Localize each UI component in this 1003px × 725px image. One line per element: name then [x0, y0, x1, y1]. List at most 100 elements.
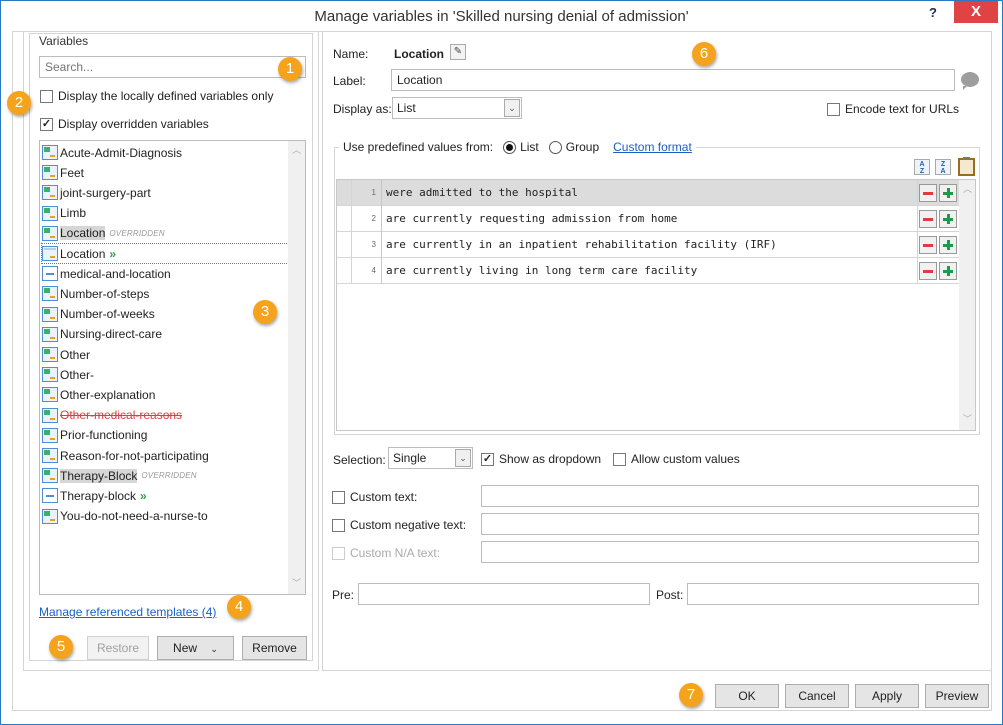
- variable-list-item[interactable]: joint-surgery-part: [42, 183, 151, 202]
- scroll-up-icon[interactable]: ︿: [959, 182, 975, 198]
- new-button[interactable]: New ⌄: [157, 636, 234, 660]
- overridden-checkbox-box[interactable]: [40, 117, 53, 131]
- clipboard-icon[interactable]: [958, 157, 975, 176]
- value-row[interactable]: 3 are currently in an inpatient rehabilit…: [337, 231, 959, 258]
- variable-list-item[interactable]: Feet: [42, 163, 84, 182]
- custom-na-input[interactable]: [481, 541, 979, 563]
- value-text[interactable]: are currently in an inpatient rehabilita…: [382, 231, 918, 258]
- grid-scrollbar[interactable]: ︿ ﹀: [959, 180, 975, 430]
- encode-urls-checkbox[interactable]: Encode text for URLs: [827, 102, 959, 116]
- variable-list-item[interactable]: Prior-functioning: [42, 426, 147, 445]
- preview-button[interactable]: Preview: [925, 684, 989, 708]
- row-handle[interactable]: [337, 205, 352, 232]
- row-handle[interactable]: [337, 180, 352, 206]
- variable-plain-icon: [42, 246, 58, 261]
- variable-list-item[interactable]: Location»: [41, 243, 291, 264]
- value-row[interactable]: 1 were admitted to the hospital: [337, 180, 959, 206]
- variable-icon: [42, 427, 58, 443]
- custom-negative-checkbox-box[interactable]: [332, 518, 345, 532]
- add-row-plus-icon[interactable]: [939, 235, 957, 254]
- edit-name-pencil-icon[interactable]: ✎: [450, 44, 466, 60]
- variable-list-item[interactable]: Therapy-block»: [42, 486, 147, 505]
- variable-list-item[interactable]: You-do-not-need-a-nurse-to: [42, 507, 208, 526]
- remove-row-minus-icon[interactable]: [919, 261, 937, 280]
- custom-negative-checkbox[interactable]: Custom negative text:: [332, 518, 466, 532]
- custom-format-link[interactable]: Custom format: [613, 140, 692, 154]
- manage-templates-link[interactable]: Manage referenced templates (4): [39, 605, 216, 619]
- value-row[interactable]: 2 are currently requesting admission from…: [337, 205, 959, 232]
- variable-list-item[interactable]: Therapy-Block OVERRIDDEN: [42, 466, 197, 485]
- list-scrollbar[interactable]: ︿ ﹀: [288, 141, 305, 594]
- value-text[interactable]: are currently living in long term care f…: [382, 257, 918, 284]
- restore-button[interactable]: Restore: [87, 636, 149, 660]
- scroll-up-icon[interactable]: ︿: [288, 143, 305, 159]
- chevron-down-icon: ⌄: [455, 449, 471, 467]
- add-row-plus-icon[interactable]: [939, 209, 957, 228]
- scroll-down-icon[interactable]: ﹀: [959, 412, 975, 428]
- custom-text-checkbox-box[interactable]: [332, 490, 345, 504]
- cancel-button[interactable]: Cancel: [785, 684, 849, 708]
- variable-icon: [42, 286, 58, 302]
- values-grid[interactable]: 1 were admitted to the hospital 2 are curre…: [336, 179, 976, 431]
- local-only-checkbox-box[interactable]: [40, 89, 53, 103]
- variable-list-item[interactable]: Reason-for-not-participating: [42, 446, 209, 465]
- value-text[interactable]: are currently requesting admission from …: [382, 205, 918, 232]
- radio-group[interactable]: [548, 140, 562, 154]
- label-input[interactable]: Location: [391, 69, 955, 91]
- custom-text-checkbox[interactable]: Custom text:: [332, 490, 417, 504]
- variable-name: Other: [60, 347, 91, 362]
- variable-list-item[interactable]: Other-medical-reasons: [42, 406, 182, 425]
- value-row[interactable]: 4 are currently living in long term care …: [337, 257, 959, 284]
- row-handle[interactable]: [337, 231, 352, 258]
- allow-custom-checkbox[interactable]: Allow custom values: [613, 452, 740, 466]
- variable-list-item[interactable]: Other-: [42, 365, 94, 384]
- remove-row-minus-icon[interactable]: [919, 209, 937, 228]
- display-as-select[interactable]: List ⌄: [392, 97, 522, 119]
- custom-negative-input[interactable]: [481, 513, 979, 535]
- allow-custom-checkbox-box[interactable]: [613, 452, 626, 466]
- add-row-plus-icon[interactable]: [939, 261, 957, 280]
- custom-na-checkbox-box: [332, 546, 345, 560]
- row-handle[interactable]: [337, 257, 352, 284]
- variable-list-item[interactable]: Other-explanation: [42, 385, 155, 404]
- variable-list-item[interactable]: Other: [42, 345, 90, 364]
- encode-urls-checkbox-box[interactable]: [827, 102, 840, 116]
- search-input[interactable]: [39, 56, 306, 78]
- help-button[interactable]: ?: [926, 5, 940, 23]
- radio-list-label[interactable]: List: [520, 140, 539, 154]
- local-only-checkbox[interactable]: Display the locally defined variables on…: [40, 89, 273, 103]
- variable-list-item[interactable]: Number-of-steps: [42, 284, 149, 303]
- variable-list-item[interactable]: Nursing-direct-care: [42, 325, 162, 344]
- remove-button[interactable]: Remove: [242, 636, 307, 660]
- custom-text-input[interactable]: [481, 485, 979, 507]
- apply-button[interactable]: Apply: [855, 684, 919, 708]
- variable-name: Nursing-direct-care: [60, 327, 163, 342]
- selection-select[interactable]: Single ⌄: [388, 447, 473, 469]
- add-row-plus-icon[interactable]: [939, 183, 957, 202]
- radio-list[interactable]: [503, 140, 517, 154]
- show-dropdown-checkbox-box[interactable]: [481, 452, 494, 466]
- close-button[interactable]: X: [954, 1, 998, 23]
- variable-list-item[interactable]: Number-of-weeks: [42, 305, 155, 324]
- ok-button[interactable]: OK: [715, 684, 779, 708]
- overridden-checkbox[interactable]: Display overridden variables: [40, 117, 209, 131]
- comment-icon[interactable]: [961, 72, 979, 90]
- variable-list-item[interactable]: Acute-Admit-Diagnosis: [42, 143, 182, 162]
- variable-list-item[interactable]: Location OVERRIDDEN: [42, 224, 165, 243]
- variables-list[interactable]: Acute-Admit-Diagnosis Feet joint-surgery-p…: [39, 140, 306, 595]
- remove-row-minus-icon[interactable]: [919, 235, 937, 254]
- row-number: 2: [352, 205, 382, 232]
- value-text[interactable]: were admitted to the hospital: [382, 180, 918, 206]
- show-dropdown-checkbox[interactable]: Show as dropdown: [481, 452, 601, 466]
- sort-ascending-icon[interactable]: AZ: [914, 159, 930, 175]
- pre-input[interactable]: [358, 583, 650, 605]
- variable-list-item[interactable]: medical-and-location: [42, 264, 171, 283]
- radio-group-label[interactable]: Group: [566, 140, 599, 154]
- variable-list-item[interactable]: Limb: [42, 204, 86, 223]
- group-icon: [42, 488, 58, 504]
- remove-row-minus-icon[interactable]: [919, 183, 937, 202]
- post-input[interactable]: [687, 583, 979, 605]
- scroll-down-icon[interactable]: ﹀: [288, 576, 305, 592]
- sort-descending-icon[interactable]: ZA: [935, 159, 951, 175]
- display-as-value: List: [397, 101, 416, 115]
